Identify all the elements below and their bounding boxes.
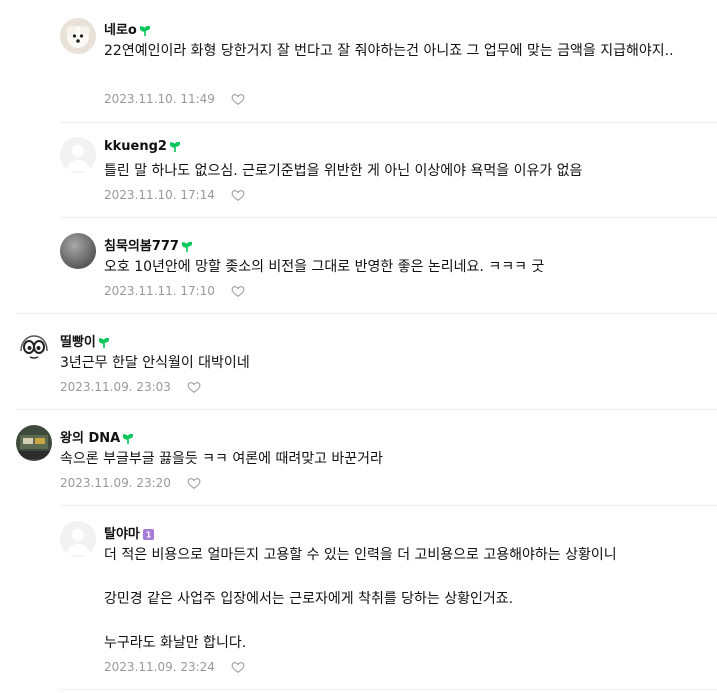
heart-icon[interactable] (187, 380, 201, 394)
comment-text: 22연예인이라 화형 당한거지 잘 번다고 잘 줘야하는건 아니죠 그 업무에 … (104, 43, 674, 59)
heart-icon[interactable] (231, 660, 245, 674)
heart-icon[interactable] (187, 476, 201, 490)
avatar[interactable] (60, 521, 96, 557)
comment-author[interactable]: 왕의 DNA (60, 427, 134, 446)
author-name[interactable]: 띨빵이 (60, 335, 96, 350)
sprout-icon (98, 337, 109, 348)
cartoon-avatar-image (16, 329, 52, 365)
divider (60, 217, 717, 218)
comment-date: 2023.11.09. 23:03 (60, 380, 171, 394)
sprout-icon (139, 25, 150, 36)
heart-icon[interactable] (231, 92, 245, 106)
default-profile-icon (60, 137, 96, 173)
avatar[interactable] (60, 137, 96, 173)
divider (60, 505, 717, 506)
divider (16, 313, 717, 314)
comment-text: 속으론 부글부글 끓을듯 ㅋㅋ 여론에 때려맞고 바꾼거라 (60, 451, 383, 467)
comment-author[interactable]: 띨빵이 (60, 331, 109, 350)
comment-author[interactable]: 네로o (104, 19, 150, 38)
author-name[interactable]: 네로o (104, 23, 137, 38)
divider (16, 409, 717, 410)
dog-avatar-image (60, 18, 96, 54)
comment-text: 틀린 말 하나도 없으심. 근로기준법을 위반한 게 아닌 이상에야 욕먹을 이… (104, 163, 583, 179)
comment-author[interactable]: 침묵의봄777 (104, 235, 192, 254)
divider (60, 689, 717, 690)
gray-avatar-image (60, 233, 96, 269)
comment-text: 3년근무 한달 안식월이 대박이네 (60, 355, 250, 371)
comment-date: 2023.11.10. 17:14 (104, 188, 215, 202)
comment-text: 오호 10년안에 망할 좆소의 비전을 그대로 반영한 좋은 논리네요. ㅋㅋㅋ… (104, 259, 545, 275)
divider (60, 122, 717, 123)
author-name[interactable]: 왕의 DNA (60, 431, 120, 446)
author-name[interactable]: 탈야마 (104, 527, 140, 542)
author-name[interactable]: kkueng2 (104, 139, 167, 154)
avatar[interactable] (60, 18, 96, 54)
comment-author[interactable]: kkueng2 (104, 139, 180, 154)
comment-text: 더 적은 비용으로 얼마든지 고용할 수 있는 인력을 더 고비용으로 고용해야… (104, 547, 617, 651)
comment-date: 2023.11.11. 17:10 (104, 284, 215, 298)
level-1-badge: 1 (142, 529, 154, 540)
author-name[interactable]: 침묵의봄777 (104, 239, 179, 254)
avatar[interactable] (60, 233, 96, 269)
avatar[interactable] (16, 329, 52, 365)
heart-icon[interactable] (231, 188, 245, 202)
default-profile-icon (60, 521, 96, 557)
sprout-icon (181, 241, 192, 252)
comment-date: 2023.11.10. 11:49 (104, 92, 215, 106)
svg-text:1: 1 (146, 531, 152, 540)
heart-icon[interactable] (231, 284, 245, 298)
comment-author[interactable]: 탈야마 1 (104, 523, 154, 542)
sprout-icon (123, 433, 134, 444)
avatar[interactable] (16, 425, 52, 461)
comment-date: 2023.11.09. 23:20 (60, 476, 171, 490)
sprout-icon (169, 141, 180, 152)
comment-date: 2023.11.09. 23:24 (104, 660, 215, 674)
photo-avatar-image (16, 425, 52, 461)
